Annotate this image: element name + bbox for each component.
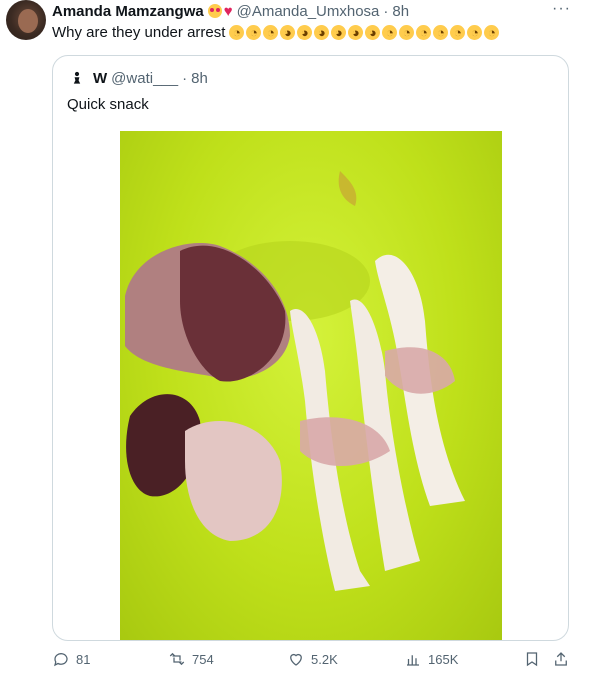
crying-emoji-icon: ◔ bbox=[382, 25, 398, 40]
quoted-tweet-text: Quick snack bbox=[67, 96, 149, 113]
author-line: Amanda Mamzangwa ♥ @Amanda_Umxhosa · 8h bbox=[52, 2, 409, 20]
photo-tripe-piece bbox=[185, 421, 282, 541]
bookmark-button[interactable] bbox=[523, 650, 547, 668]
tweet-emoji-row: ◔ ◔ ◔ ◕ ◕ ◕ ◕ ◕ ◕ ◔ ◔ ◔ ◔ ◔ ◔ ◔ bbox=[229, 22, 500, 43]
quoted-author-line: W @wati___ · 8h bbox=[67, 68, 208, 88]
laughing-emoji-icon: ◕ bbox=[278, 22, 298, 43]
author-display-name[interactable]: Amanda Mamzangwa bbox=[52, 3, 204, 20]
avatar-face bbox=[18, 9, 38, 33]
views-button[interactable]: 165K bbox=[404, 650, 458, 668]
photo-stain bbox=[338, 171, 357, 206]
share-icon bbox=[555, 652, 567, 666]
reply-count: 81 bbox=[76, 651, 91, 667]
author-avatar[interactable] bbox=[6, 0, 46, 40]
reply-button[interactable]: 81 bbox=[52, 650, 90, 668]
retweet-icon bbox=[169, 652, 185, 666]
share-button[interactable] bbox=[552, 650, 576, 668]
chess-pawn-icon bbox=[73, 71, 81, 84]
separator-dot: · bbox=[383, 2, 389, 20]
quoted-timestamp: 8h bbox=[191, 69, 208, 87]
more-options-icon[interactable]: ··· bbox=[552, 0, 571, 18]
tweet-text-content: Why are they under arrest bbox=[52, 24, 226, 41]
quoted-separator-dot: · bbox=[182, 69, 188, 87]
laughing-emoji-icon: ◕ bbox=[363, 22, 383, 43]
crying-emoji-icon: ◔ bbox=[484, 25, 500, 40]
action-bar: 81 754 5.2K 165K bbox=[0, 650, 591, 672]
author-handle[interactable]: @Amanda_Umxhosa bbox=[237, 3, 380, 20]
reply-icon bbox=[54, 653, 68, 667]
heart-icon bbox=[290, 653, 302, 666]
quoted-display-name: W bbox=[93, 69, 108, 87]
laughing-emoji-icon: ◕ bbox=[346, 22, 366, 43]
crying-emoji-icon: ◔ bbox=[467, 25, 483, 40]
red-heart-emoji-icon: ♥ bbox=[223, 2, 233, 20]
like-count: 5.2K bbox=[311, 651, 338, 667]
quoted-tweet-card[interactable]: W @wati___ · 8h Quick snack bbox=[52, 55, 569, 641]
crying-emoji-icon: ◔ bbox=[246, 25, 262, 40]
laughing-emoji-icon: ◕ bbox=[312, 22, 332, 43]
crying-emoji-icon: ◔ bbox=[450, 25, 466, 40]
retweet-count: 754 bbox=[192, 651, 214, 667]
photo-intestines bbox=[385, 347, 455, 394]
heart-eyes-emoji-icon bbox=[207, 4, 222, 18]
views-icon bbox=[407, 655, 419, 666]
quoted-photo[interactable] bbox=[120, 131, 502, 640]
crying-emoji-icon: ◔ bbox=[399, 25, 415, 40]
tweet-text: Why are they under arrest ◔ ◔ ◔ ◕ ◕ ◕ ◕ ◕ ◕ ◔ ◔ ◔ ◔ ◔… bbox=[52, 22, 500, 43]
views-count: 165K bbox=[428, 651, 459, 667]
bookmark-icon bbox=[526, 652, 538, 667]
crying-emoji-icon: ◔ bbox=[263, 25, 279, 40]
retweet-button[interactable]: 754 bbox=[168, 650, 214, 668]
crying-emoji-icon: ◔ bbox=[229, 25, 245, 40]
quoted-handle: @wati___ bbox=[111, 69, 179, 87]
crying-emoji-icon: ◔ bbox=[416, 25, 432, 40]
laughing-emoji-icon: ◕ bbox=[329, 22, 349, 43]
like-button[interactable]: 5.2K bbox=[287, 650, 338, 668]
laughing-emoji-icon: ◕ bbox=[295, 22, 315, 43]
crying-emoji-icon: ◔ bbox=[433, 25, 449, 40]
tweet-timestamp[interactable]: 8h bbox=[392, 3, 409, 20]
photo-content bbox=[125, 171, 465, 591]
quoted-author-avatar bbox=[67, 68, 87, 88]
